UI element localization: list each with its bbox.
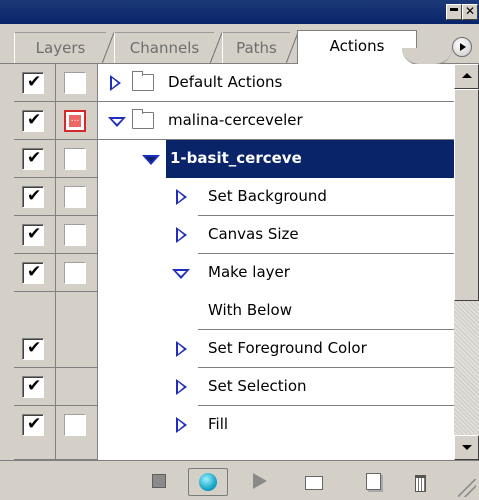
expand-triangle-icon[interactable] <box>110 75 121 91</box>
collapse-triangle-icon[interactable] <box>108 117 126 127</box>
close-button[interactable] <box>462 4 478 20</box>
dialog-on-icon[interactable]: ... <box>64 110 86 132</box>
command-detail-row: With Below <box>0 292 454 330</box>
dialog-toggle[interactable] <box>64 186 86 208</box>
expand-triangle-icon[interactable] <box>176 189 187 205</box>
check-icon: ✔ <box>27 262 42 282</box>
play-icon[interactable] <box>249 470 271 492</box>
check-icon: ✔ <box>27 414 42 434</box>
toggle-checkbox[interactable]: ✔ <box>22 376 44 398</box>
expand-triangle-icon[interactable] <box>176 417 187 433</box>
action-set-row[interactable]: ✔ Default Actions <box>0 64 454 102</box>
command-label: Set Foreground Color <box>208 339 367 357</box>
vertical-scrollbar[interactable] <box>454 64 479 460</box>
tab-strip-curve <box>402 48 452 65</box>
command-row[interactable]: ✔ Set Selection <box>0 368 454 406</box>
collapse-triangle-icon[interactable] <box>142 155 160 165</box>
check-icon: ✔ <box>27 110 42 130</box>
resize-grip-icon[interactable] <box>458 479 476 497</box>
command-label: Make layer <box>208 263 290 281</box>
record-icon[interactable] <box>188 468 228 496</box>
command-label: Canvas Size <box>208 225 299 243</box>
command-row[interactable]: ✔ Canvas Size <box>0 216 454 254</box>
command-row[interactable]: ✔ Set Background <box>0 178 454 216</box>
tab-channels[interactable]: Channels <box>114 32 222 63</box>
dialog-toggle[interactable] <box>64 262 86 284</box>
command-detail-label: With Below <box>208 301 292 319</box>
toggle-checkbox[interactable]: ✔ <box>22 224 44 246</box>
action-set-label: malina-cerceveler <box>168 111 303 129</box>
check-icon: ✔ <box>27 224 42 244</box>
check-icon: ✔ <box>27 186 42 206</box>
palette-menu-icon[interactable] <box>452 37 472 57</box>
toggle-checkbox[interactable]: ✔ <box>22 110 44 132</box>
toggle-checkbox[interactable]: ✔ <box>22 414 44 436</box>
new-set-icon[interactable] <box>303 470 325 492</box>
trash-icon[interactable] <box>410 470 432 492</box>
command-label: Set Selection <box>208 377 307 395</box>
dialog-toggle[interactable] <box>64 224 86 246</box>
actions-toolbar <box>0 460 479 500</box>
command-label: Fill <box>208 415 229 433</box>
toggle-checkbox[interactable]: ✔ <box>22 72 44 94</box>
tab-layers[interactable]: Layers <box>14 32 114 63</box>
minimize-button[interactable] <box>446 4 462 20</box>
toggle-checkbox[interactable]: ✔ <box>22 186 44 208</box>
action-label: 1-basit_cerceve <box>170 149 302 167</box>
action-row[interactable]: ✔ 1-basit_cerceve <box>0 140 454 178</box>
tab-paths[interactable]: Paths <box>222 32 298 63</box>
dialog-toggle[interactable] <box>64 414 86 436</box>
command-row[interactable]: ✔ Fill <box>0 406 454 460</box>
expand-triangle-icon[interactable] <box>176 227 187 243</box>
palette-titlebar[interactable] <box>0 0 479 24</box>
toggle-checkbox[interactable]: ✔ <box>22 338 44 360</box>
action-set-row[interactable]: ✔ ... malina-cerceveler <box>0 102 454 140</box>
collapse-triangle-icon[interactable] <box>172 269 190 279</box>
actions-list: ✔ Default Actions ✔ ... malina-cercevele… <box>0 64 479 460</box>
command-row[interactable]: ✔ Set Foreground Color <box>0 330 454 368</box>
folder-icon <box>132 109 154 129</box>
scroll-down-button[interactable] <box>454 435 479 460</box>
check-icon: ✔ <box>27 338 42 358</box>
command-row[interactable]: ✔ Make layer <box>0 254 454 292</box>
toggle-checkbox[interactable]: ✔ <box>22 262 44 284</box>
dialog-toggle[interactable] <box>64 148 86 170</box>
dialog-toggle[interactable] <box>64 72 86 94</box>
folder-icon <box>132 71 154 91</box>
new-action-icon[interactable] <box>363 470 385 492</box>
toggle-checkbox[interactable]: ✔ <box>22 148 44 170</box>
command-label: Set Background <box>208 187 327 205</box>
expand-triangle-icon[interactable] <box>176 341 187 357</box>
scroll-up-button[interactable] <box>454 64 479 89</box>
scroll-thumb[interactable] <box>454 89 479 301</box>
tab-actions[interactable]: Actions <box>297 30 417 64</box>
panel-tabs: Layers Channels Paths Actions <box>0 24 479 65</box>
check-icon: ✔ <box>27 72 42 92</box>
stop-icon[interactable] <box>148 470 170 492</box>
expand-triangle-icon[interactable] <box>176 379 187 395</box>
check-icon: ✔ <box>27 148 42 168</box>
action-set-label: Default Actions <box>168 73 283 91</box>
check-icon: ✔ <box>27 376 42 396</box>
